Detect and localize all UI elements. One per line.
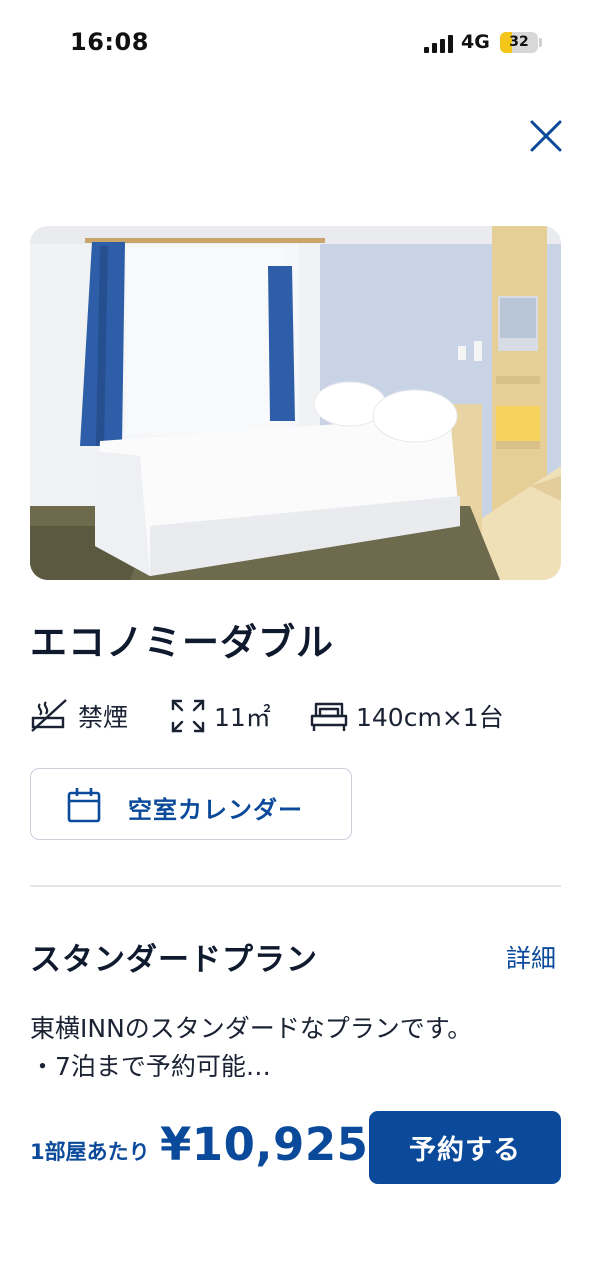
spec-bed-label: 140cm×1台 [356,703,504,732]
signal-icon [424,35,454,53]
status-time: 16:08 [70,28,149,56]
close-button[interactable] [524,114,568,158]
vacancy-calendar-button[interactable]: 空室カレンダー [30,768,352,840]
spec-smoking: 禁煙 [30,694,128,738]
bed-icon [310,702,348,731]
divider [30,885,561,887]
spec-smoking-label: 禁煙 [78,703,129,732]
expand-icon [171,699,205,733]
reserve-button[interactable]: 予約する [369,1111,561,1184]
plan-description-line: ・7泊まで予約可能… [30,1052,271,1081]
price-unit-label: 1部屋あたり [30,1140,150,1164]
spec-size-label: 11㎡ [214,703,271,732]
plan-title: スタンダードプラン [30,942,318,978]
battery-tip [539,38,542,47]
price: ¥10,925 [160,1118,369,1171]
vacancy-calendar-label: 空室カレンダー [128,796,303,824]
room-photo [30,226,561,580]
battery-level: 32 [509,34,529,50]
battery-icon: 32 [500,32,538,53]
no-smoking-icon [31,699,67,732]
close-icon [530,120,562,152]
room-name: エコノミーダブル [30,621,334,664]
network-type: 4G [461,31,490,53]
spec-size: 11㎡ [170,694,271,738]
room-specs: 禁煙 11㎡ 140cm×1台 [30,694,570,738]
spec-bed: 140cm×1台 [310,694,504,738]
calendar-icon [67,788,101,823]
plan-description: 東横INNのスタンダードなプランです。 ・7泊まで予約可能… [30,1010,472,1086]
status-bar: 16:08 4G 32 [0,0,591,88]
plan-description-line: 東横INNのスタンダードなプランです。 [30,1014,473,1043]
plan-detail-link[interactable]: 詳細 [506,939,556,975]
